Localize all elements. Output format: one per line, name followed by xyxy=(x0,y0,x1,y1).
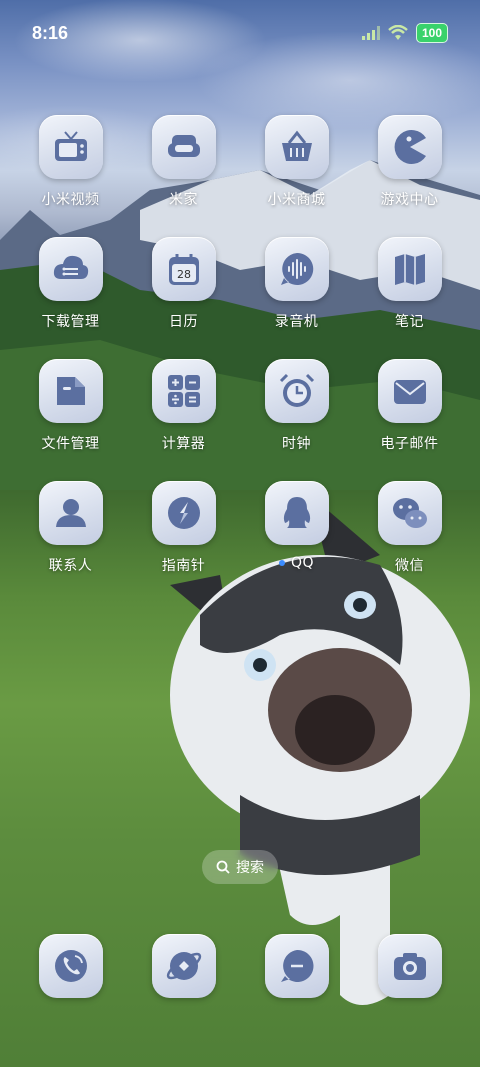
app-email[interactable]: 电子邮件 xyxy=(353,359,466,481)
app-label: 电子邮件 xyxy=(380,436,439,452)
contact-person-icon xyxy=(55,499,86,527)
app-label: 小米视频 xyxy=(41,192,100,208)
dock-camera[interactable] xyxy=(353,934,466,1004)
app-label: 文件管理 xyxy=(41,436,100,452)
app-label: 微信 xyxy=(395,558,424,574)
app-grid: 小米视频 米家 小米商城 游戏中心 下载管理 28 日历 录音机 笔记 文件管理… xyxy=(14,115,466,603)
app-file-manager[interactable]: 文件管理 xyxy=(14,359,127,481)
search-button[interactable]: 搜索 xyxy=(202,850,278,884)
compass-icon xyxy=(167,497,200,529)
calendar-icon: 28 xyxy=(168,254,199,285)
app-label: 计算器 xyxy=(161,436,206,452)
app-label: QQ xyxy=(278,555,315,571)
wifi-icon xyxy=(388,25,408,40)
shopping-basket-icon xyxy=(281,130,312,161)
search-label: 搜索 xyxy=(236,860,264,876)
phone-icon xyxy=(54,950,87,982)
app-contacts[interactable]: 联系人 xyxy=(14,481,127,603)
folder-icon xyxy=(56,377,85,405)
dock xyxy=(14,934,466,1004)
dock-messages[interactable] xyxy=(240,934,353,1004)
pacman-icon xyxy=(394,130,426,164)
app-label: 下载管理 xyxy=(41,314,100,330)
browser-planet-icon xyxy=(166,952,201,980)
wechat-icon xyxy=(392,498,427,528)
status-time: 8:16 xyxy=(32,22,69,43)
alarm-clock-icon xyxy=(279,373,314,407)
app-qq[interactable]: QQ xyxy=(240,481,353,603)
search-icon xyxy=(216,860,230,874)
app-notes[interactable]: 笔记 xyxy=(353,237,466,359)
status-icons: 100 xyxy=(361,23,448,43)
app-label: 录音机 xyxy=(274,314,319,330)
app-label: 时钟 xyxy=(282,436,311,452)
app-clock[interactable]: 时钟 xyxy=(240,359,353,481)
notebook-icon xyxy=(394,254,425,285)
dock-browser[interactable] xyxy=(127,934,240,1004)
app-calculator[interactable]: 计算器 xyxy=(127,359,240,481)
app-mi-video[interactable]: 小米视频 xyxy=(14,115,127,237)
sofa-icon xyxy=(167,135,200,157)
app-calendar[interactable]: 28 日历 xyxy=(127,237,240,359)
app-game-center[interactable]: 游戏中心 xyxy=(353,115,466,237)
calculator-icon xyxy=(167,375,200,407)
app-label: 米家 xyxy=(169,192,198,208)
cloud-download-icon xyxy=(53,255,88,279)
message-icon xyxy=(280,949,313,982)
dock-phone[interactable] xyxy=(14,934,127,1004)
tv-icon xyxy=(54,131,87,161)
camera-icon xyxy=(393,953,426,980)
app-label: 联系人 xyxy=(48,558,93,574)
app-label: 笔记 xyxy=(395,314,424,330)
battery-indicator: 100 xyxy=(415,23,448,43)
calendar-day-number: 28 xyxy=(177,268,191,281)
app-label: 游戏中心 xyxy=(380,192,439,208)
app-downloads[interactable]: 下载管理 xyxy=(14,237,127,359)
mail-icon xyxy=(393,380,426,404)
new-indicator-dot xyxy=(278,560,285,566)
cellular-signal-icon xyxy=(361,26,380,40)
app-label: 指南针 xyxy=(161,558,206,574)
app-recorder[interactable]: 录音机 xyxy=(240,237,353,359)
app-mijia[interactable]: 米家 xyxy=(127,115,240,237)
app-label: 小米商城 xyxy=(267,192,326,208)
sound-wave-icon xyxy=(280,252,313,285)
app-wechat[interactable]: 微信 xyxy=(353,481,466,603)
status-bar: 8:16 100 xyxy=(0,0,480,66)
app-label: 日历 xyxy=(169,314,198,330)
penguin-icon xyxy=(283,497,310,528)
app-mi-store[interactable]: 小米商城 xyxy=(240,115,353,237)
app-compass[interactable]: 指南针 xyxy=(127,481,240,603)
app-label-text: QQ xyxy=(290,555,315,571)
